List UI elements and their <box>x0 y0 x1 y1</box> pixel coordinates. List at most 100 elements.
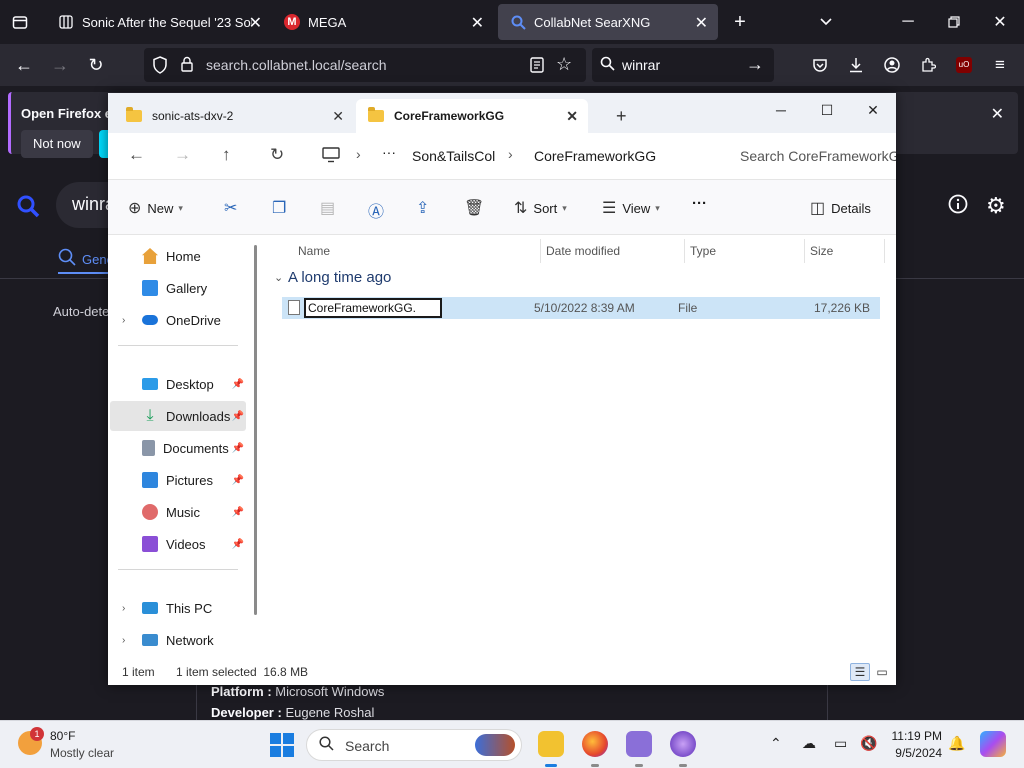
nav-item-music[interactable]: Music 📌 <box>110 497 246 527</box>
cut-button[interactable]: ✂ <box>224 198 243 218</box>
column-divider[interactable] <box>540 239 541 263</box>
pin-icon[interactable]: 📌 <box>232 379 244 390</box>
rename-input[interactable]: CoreFrameworkGG. <box>304 298 442 318</box>
maximize-icon[interactable]: ☐ <box>804 97 850 123</box>
notification-bell-icon[interactable]: 🔔 <box>948 735 965 752</box>
downloads-icon[interactable] <box>842 51 870 79</box>
clock-date[interactable]: 9/5/2024 <box>890 746 942 760</box>
column-header-size[interactable]: Size <box>810 239 833 263</box>
pin-icon[interactable]: 📌 <box>232 475 244 486</box>
explorer-tab-sonic-ats[interactable]: sonic-ats-dxv-2 ✕ <box>114 99 354 133</box>
column-header-type[interactable]: Type <box>690 239 716 263</box>
nav-item-documents[interactable]: Documents 📌 <box>110 433 246 463</box>
copy-button[interactable]: ❐ <box>272 198 292 218</box>
refresh-icon[interactable]: ↻ <box>270 145 284 165</box>
sort-button[interactable]: ⇅ Sort ▾ <box>514 198 567 218</box>
nav-item-downloads[interactable]: ⤓ Downloads 📌 <box>110 401 246 431</box>
copilot-icon[interactable] <box>980 731 1006 757</box>
pin-icon[interactable]: 📌 <box>232 539 244 550</box>
explorer-search-input[interactable]: Search CoreFrameworkGG <box>728 139 896 173</box>
file-explorer-taskbar-icon[interactable] <box>538 731 564 757</box>
list-all-tabs-icon[interactable] <box>812 8 840 36</box>
visual-studio-taskbar-icon[interactable] <box>670 731 696 757</box>
breadcrumb-son-tails[interactable]: Son&TailsCol <box>412 148 495 164</box>
volume-muted-icon[interactable]: 🔇 <box>860 735 877 752</box>
details-button[interactable]: ◫ Details <box>810 198 871 218</box>
firefox-view-icon[interactable] <box>6 8 34 36</box>
paste-button[interactable]: ▤ <box>320 198 341 218</box>
up-arrow-icon[interactable]: ↑ <box>222 145 231 165</box>
tiles-view-icon[interactable]: ▭ <box>872 663 892 681</box>
start-button[interactable] <box>270 733 294 757</box>
lock-icon[interactable] <box>180 56 194 75</box>
collapse-group-icon[interactable]: ⌄ <box>274 271 283 284</box>
breadcrumb-current[interactable]: CoreFrameworkGG <box>534 148 656 164</box>
pin-icon[interactable]: 📌 <box>232 507 244 518</box>
share-button[interactable]: ⇪ <box>416 198 435 218</box>
nav-item-network[interactable]: › Network <box>110 625 246 655</box>
account-icon[interactable] <box>878 51 906 79</box>
notes-app-taskbar-icon[interactable] <box>626 731 652 757</box>
temperature[interactable]: 80°F <box>50 729 75 743</box>
new-tab-icon[interactable]: + <box>604 99 639 133</box>
nav-item-onedrive[interactable]: › OneDrive <box>110 305 246 335</box>
reload-icon[interactable]: ↻ <box>82 51 110 79</box>
close-tab-icon[interactable]: ✕ <box>695 13 708 33</box>
nav-item-videos[interactable]: Videos 📌 <box>110 529 246 559</box>
close-window-icon[interactable]: ✕ <box>986 8 1014 36</box>
searxng-search-input[interactable]: winra <box>56 182 116 228</box>
breadcrumb-ellipsis[interactable]: ··· <box>382 144 396 160</box>
column-divider[interactable] <box>804 239 805 263</box>
url-bar[interactable]: search.collabnet.local/search ☆ <box>144 48 586 82</box>
close-tab-icon[interactable]: ✕ <box>249 13 262 33</box>
expand-chevron-icon[interactable]: › <box>122 603 125 614</box>
column-divider[interactable] <box>684 239 685 263</box>
back-icon[interactable]: ← <box>128 145 145 165</box>
nav-item-desktop[interactable]: Desktop 📌 <box>110 369 246 399</box>
nav-item-gallery[interactable]: Gallery <box>110 273 246 303</box>
explorer-tab-coreframework[interactable]: CoreFrameworkGG ✕ <box>356 99 588 133</box>
browser-tab-searxng[interactable]: CollabNet SearXNG ✕ <box>498 4 718 40</box>
minimize-icon[interactable]: ─ <box>894 8 922 36</box>
not-now-button[interactable]: Not now <box>21 130 93 158</box>
view-button[interactable]: ☰ View ▾ <box>602 198 660 218</box>
search-bar[interactable]: winrar → <box>592 48 774 82</box>
browser-tab-mega[interactable]: M MEGA ✕ <box>272 4 494 40</box>
column-divider[interactable] <box>884 239 885 263</box>
extensions-icon[interactable] <box>914 51 942 79</box>
browser-tab-sonic[interactable]: Sonic After the Sequel '23 Source ✕ <box>46 4 272 40</box>
address-bar[interactable]: › ··· Son&TailsCol › CoreFrameworkGG <box>308 139 716 173</box>
new-tab-icon[interactable]: + <box>726 8 754 36</box>
pin-icon[interactable]: 📌 <box>232 443 244 454</box>
expand-chevron-icon[interactable]: › <box>122 635 125 646</box>
table-row[interactable]: CoreFrameworkGG. 5/10/2022 8:39 AM File … <box>282 297 880 319</box>
more-options-button[interactable]: ··· <box>692 195 707 212</box>
close-tab-icon[interactable]: ✕ <box>471 13 484 33</box>
clock-time[interactable]: 11:19 PM <box>890 729 942 743</box>
display-icon[interactable]: ▭ <box>834 735 847 752</box>
show-hidden-icons-chevron-icon[interactable]: ⌃ <box>770 735 782 752</box>
new-button[interactable]: ⊕ New ▾ <box>128 198 183 218</box>
column-header-name[interactable]: Name <box>298 239 330 263</box>
hamburger-menu-icon[interactable]: ≡ <box>986 51 1014 79</box>
close-tab-icon[interactable]: ✕ <box>566 108 578 125</box>
close-tab-icon[interactable]: ✕ <box>332 108 344 125</box>
taskbar-search[interactable]: Search <box>306 729 522 761</box>
forward-icon[interactable]: → <box>174 145 191 165</box>
close-notification-icon[interactable]: ✕ <box>991 104 1004 124</box>
searxng-logo-icon[interactable] <box>16 194 40 221</box>
nav-item-home[interactable]: Home <box>110 241 246 271</box>
pin-icon[interactable]: 📌 <box>232 411 244 422</box>
nav-item-pictures[interactable]: Pictures 📌 <box>110 465 246 495</box>
forward-icon[interactable]: → <box>46 51 74 79</box>
details-view-icon[interactable]: ☰ <box>850 663 870 681</box>
column-header-date[interactable]: Date modified <box>546 239 620 263</box>
close-window-icon[interactable]: ✕ <box>850 97 896 123</box>
back-icon[interactable]: ← <box>10 51 38 79</box>
bookmark-star-icon[interactable]: ☆ <box>556 54 572 75</box>
onedrive-status-icon[interactable]: ☁ <box>802 735 816 752</box>
rename-button[interactable]: Ⓐ <box>368 198 390 222</box>
shield-icon[interactable] <box>152 56 168 77</box>
weather-condition[interactable]: Mostly clear <box>50 746 114 760</box>
pocket-icon[interactable] <box>806 51 834 79</box>
